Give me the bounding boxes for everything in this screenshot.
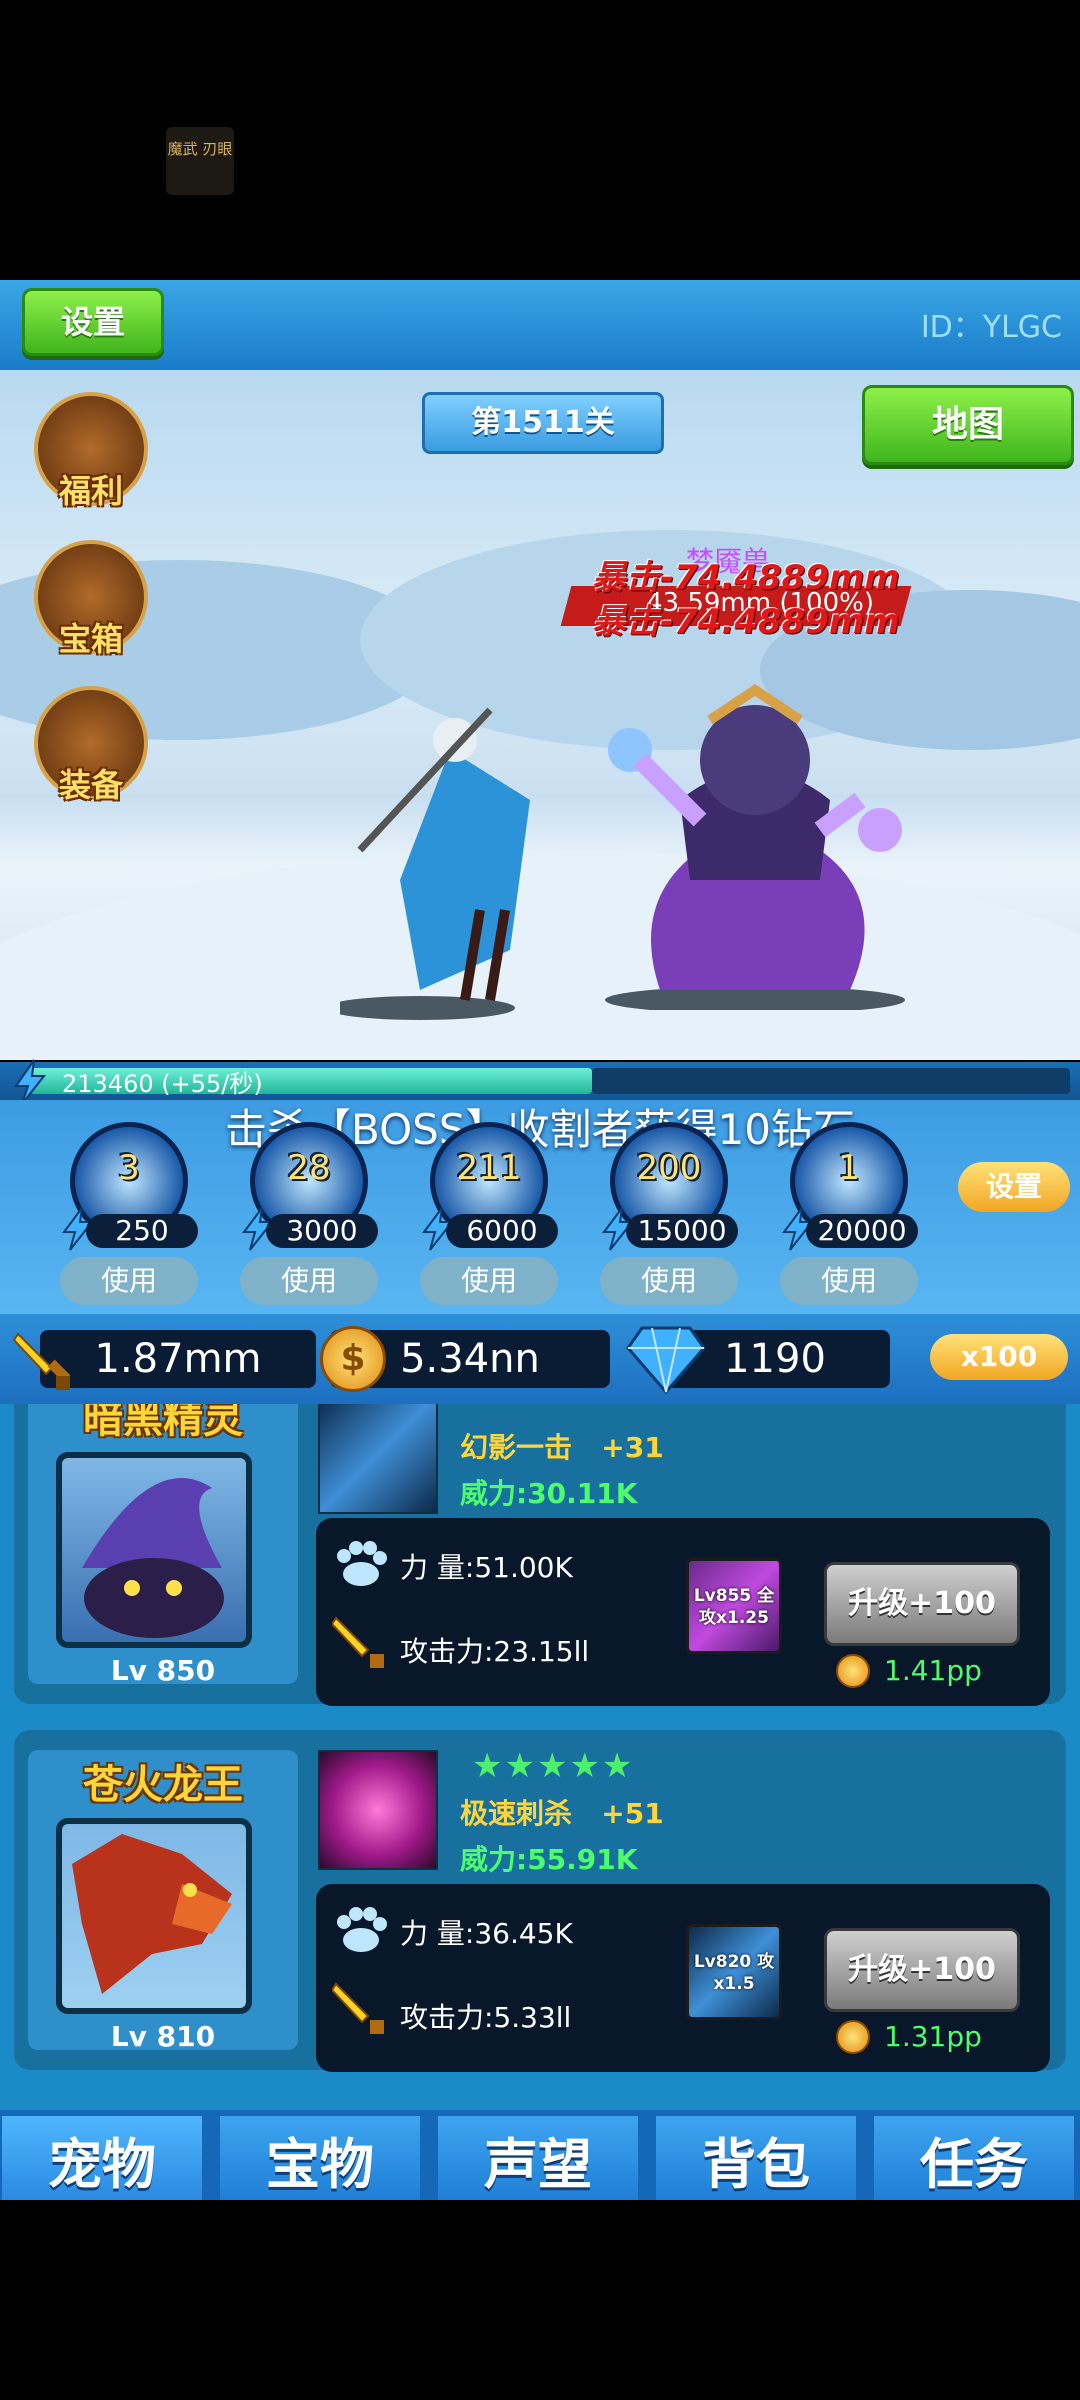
- diamond-text: 1190: [724, 1336, 826, 1382]
- paw-icon: [337, 1541, 387, 1586]
- skill-cost: 20000: [806, 1214, 918, 1248]
- upgrade-button[interactable]: 升级+100: [824, 1928, 1020, 2012]
- red-dragon-icon: [72, 1834, 232, 1994]
- use-skill-button-2[interactable]: 使用: [240, 1257, 378, 1305]
- star-rating: ★★★★★: [472, 1746, 635, 1786]
- tab-backpack[interactable]: 背包: [656, 2116, 856, 2200]
- hero-character: [340, 707, 530, 1020]
- welfare-label: 福利: [58, 472, 123, 510]
- pet-skill-power: 威力:55.91K: [460, 1843, 638, 1876]
- player-id: ID：YLGC: [920, 310, 1062, 345]
- pet-card: 暗黑精灵 Lv 850 幻影一击 +31 威力:30.11K 力 量:51.00…: [14, 1404, 1066, 1706]
- gold-coin-icon: [836, 1654, 870, 1688]
- skill-count: 200: [636, 1148, 702, 1188]
- pet-level: Lv 850: [110, 1654, 216, 1687]
- pet-level-badge: Lv820 攻x1.5: [686, 1924, 782, 2020]
- skill-cost: 3000: [266, 1214, 378, 1248]
- pet-skill-icon: [318, 1750, 438, 1870]
- multiplier-button[interactable]: x100: [930, 1334, 1068, 1380]
- gold-coin-icon: $: [320, 1326, 386, 1392]
- stage-banner: 第1511关: [422, 392, 664, 454]
- skill-cost: 15000: [626, 1214, 738, 1248]
- upgrade-cost: 1.31pp: [884, 2020, 982, 2053]
- battle-scene: [0, 370, 1080, 1060]
- sword-icon: [332, 1982, 384, 2034]
- use-skill-button-5[interactable]: 使用: [780, 1257, 918, 1305]
- pet-skill-name: 极速刺杀 +51: [460, 1797, 664, 1830]
- skill-count: 211: [456, 1148, 522, 1188]
- skill-cost: 250: [86, 1214, 198, 1248]
- settings-button[interactable]: 设置: [22, 288, 164, 356]
- pet-level: Lv 810: [110, 2020, 216, 2053]
- dark-wizard-icon: [82, 1478, 224, 1638]
- diamond-icon: [626, 1326, 706, 1394]
- skill-count: 3: [118, 1148, 140, 1188]
- use-skill-button-1[interactable]: 使用: [60, 1257, 198, 1305]
- upgrade-button[interactable]: 升级+100: [824, 1562, 1020, 1646]
- pet-skill-bonus: +31: [601, 1431, 664, 1464]
- pet-card: 苍火龙王 Lv 810 ★★★★★ 极速刺杀 +51 威力:55.91K 力 量…: [14, 1730, 1066, 2072]
- pet-strength: 力 量:51.00K: [400, 1551, 573, 1584]
- gold-coin-icon: [836, 2020, 870, 2054]
- app-logo: 魔武 刃眼: [166, 127, 234, 195]
- pet-skill-icon: [318, 1404, 438, 1514]
- tab-pets[interactable]: 宠物: [2, 2116, 202, 2200]
- tab-quests[interactable]: 任务: [874, 2116, 1074, 2200]
- use-skill-button-3[interactable]: 使用: [420, 1257, 558, 1305]
- attack-value: 1.87mm: [40, 1330, 316, 1388]
- use-skill-button-4[interactable]: 使用: [600, 1257, 738, 1305]
- gold-text: 5.34nn: [400, 1336, 540, 1382]
- attack-text: 1.87mm: [94, 1336, 262, 1382]
- pet-skill-power: 威力:30.11K: [460, 1477, 638, 1510]
- sword-icon: [12, 1332, 71, 1390]
- bottom-letterbox: [0, 2200, 1080, 2400]
- skill-cost: 6000: [446, 1214, 558, 1248]
- energy-text: 213460 (+55/秒): [62, 1070, 263, 1098]
- upgrade-cost: 1.41pp: [884, 1654, 982, 1687]
- energy-track: [592, 1068, 1070, 1094]
- pet-portrait[interactable]: [56, 1452, 252, 1648]
- treasure-chest-label: 宝箱: [58, 620, 123, 658]
- skill-count: 1: [838, 1148, 860, 1188]
- pet-attack: 攻击力:5.33ll: [400, 2001, 572, 2034]
- equipment-label: 装备: [58, 766, 123, 804]
- damage-text: 暴击-74.4889mm: [592, 558, 900, 598]
- pet-strength: 力 量:36.45K: [400, 1917, 573, 1950]
- sword-icon: [332, 1616, 384, 1668]
- pet-level-badge: Lv855 全攻x1.25: [686, 1558, 782, 1654]
- tab-treasures[interactable]: 宝物: [220, 2116, 420, 2200]
- boss-monster: [605, 683, 905, 1010]
- damage-text: 暴击-74.4889mm: [592, 602, 900, 642]
- pet-name: 暗黑精灵: [83, 1404, 243, 1442]
- pet-skill-bonus: +51: [601, 1797, 664, 1830]
- paw-icon: [337, 1907, 387, 1952]
- pet-list: 暗黑精灵 Lv 850 幻影一击 +31 威力:30.11K 力 量:51.00…: [0, 1404, 1080, 2110]
- skill-count: 28: [287, 1148, 331, 1188]
- skill-settings-button[interactable]: 设置: [958, 1162, 1070, 1212]
- pet-attack: 攻击力:23.15ll: [400, 1635, 590, 1668]
- pet-skill-name: 幻影一击 +31: [460, 1431, 664, 1464]
- map-button[interactable]: 地图: [862, 385, 1074, 465]
- tab-reputation[interactable]: 声望: [438, 2116, 638, 2200]
- pet-name: 苍火龙王: [83, 1762, 243, 1808]
- pet-portrait[interactable]: [56, 1818, 252, 2014]
